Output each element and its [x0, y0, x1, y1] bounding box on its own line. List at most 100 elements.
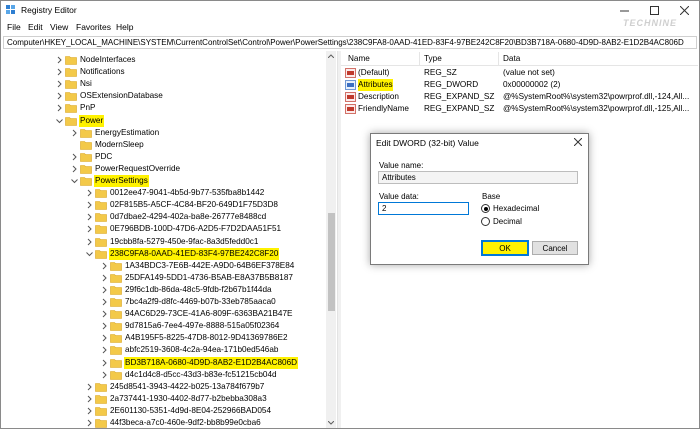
chevron-right-icon[interactable]: [85, 224, 94, 234]
tree-node-label: 238C9FA8-0AAD-41ED-83F4-97BE242C8F20: [109, 247, 280, 260]
chevron-right-icon[interactable]: [100, 285, 109, 295]
chevron-right-icon[interactable]: [85, 188, 94, 198]
chevron-down-icon[interactable]: [55, 116, 64, 126]
column-header-data[interactable]: Data: [503, 54, 520, 63]
address-path[interactable]: Computer\HKEY_LOCAL_MACHINE\SYSTEM\Curre…: [7, 38, 684, 47]
chevron-right-icon[interactable]: [100, 345, 109, 355]
dialog-title: Edit DWORD (32-bit) Value: [376, 138, 479, 148]
chevron-right-icon[interactable]: [70, 128, 79, 138]
window-title: Registry Editor: [21, 5, 77, 15]
ok-button[interactable]: OK: [481, 240, 529, 256]
tree-node-label: 0d7dbae2-4294-402a-ba8e-26777e8488cd: [110, 212, 267, 222]
menu-help[interactable]: Help: [116, 22, 133, 32]
chevron-right-icon[interactable]: [100, 261, 109, 271]
tree-node-label: BD3B718A-0680-4D9D-8AB2-E1D2B4AC806D: [124, 356, 299, 369]
column-header-type[interactable]: Type: [424, 54, 442, 63]
base-group: Base Hexadecimal Decimal: [478, 192, 578, 234]
chevron-right-icon[interactable]: [85, 237, 94, 247]
tree-node-label: PowerRequestOverride: [95, 163, 181, 173]
chevron-right-icon[interactable]: [85, 418, 94, 428]
hexadecimal-radio-label[interactable]: Hexadecimal: [493, 204, 539, 213]
close-button[interactable]: [669, 1, 699, 19]
value-name-field[interactable]: Attributes: [378, 171, 578, 184]
chevron-right-icon[interactable]: [85, 406, 94, 416]
cancel-button[interactable]: Cancel: [532, 241, 578, 255]
value-row[interactable]: FriendlyName REG_EXPAND_SZ @%SystemRoot%\s…: [341, 103, 698, 115]
folder-icon: [110, 322, 122, 331]
value-type-cell: REG_DWORD: [424, 80, 479, 89]
chevron-right-icon[interactable]: [70, 152, 79, 162]
menu-bar: File Edit View Favorites Help: [1, 20, 699, 34]
folder-icon: [65, 80, 77, 89]
chevron-right-icon[interactable]: [100, 309, 109, 319]
dialog-close-button[interactable]: [572, 136, 584, 148]
tree-node-label: 44f3beca-a7c0-460e-9df2-bb8b99e0cba6: [110, 418, 261, 427]
chevron-down-icon: [328, 421, 334, 425]
decimal-radio-label[interactable]: Decimal: [493, 217, 522, 226]
menu-favorites[interactable]: Favorites: [76, 22, 111, 32]
chevron-right-icon[interactable]: [55, 55, 64, 65]
chevron-right-icon[interactable]: [85, 200, 94, 210]
column-header-name[interactable]: Name: [348, 54, 370, 63]
chevron-right-icon[interactable]: [100, 370, 109, 380]
column-separator[interactable]: [498, 52, 499, 65]
value-data-field[interactable]: 2: [378, 202, 469, 215]
value-row[interactable]: (Default) REG_SZ (value not set): [341, 67, 698, 79]
tree-node-label: 7bc4a2f9-d8fc-4469-b07b-33eb785aaca0: [125, 297, 276, 306]
chevron-down-icon[interactable]: [70, 176, 79, 186]
chevron-right-icon[interactable]: [85, 212, 94, 222]
folder-icon: [110, 346, 122, 356]
value-type-cell: REG_EXPAND_SZ: [424, 104, 495, 113]
scroll-up-button[interactable]: [326, 51, 336, 61]
decimal-radio[interactable]: [481, 217, 490, 226]
folder-icon: [110, 310, 122, 319]
chevron-right-icon[interactable]: [100, 321, 109, 331]
string-value-icon: [345, 92, 356, 102]
hexadecimal-radio[interactable]: [481, 204, 490, 213]
chevron-right-icon[interactable]: [85, 394, 94, 404]
value-data-cell: @%SystemRoot%\system32\powrprof.dll,-124…: [503, 92, 690, 101]
chevron-right-icon[interactable]: [100, 297, 109, 307]
chevron-right-icon[interactable]: [100, 333, 109, 343]
chevron-right-icon[interactable]: [55, 91, 64, 101]
value-name-cell: FriendlyName: [358, 104, 409, 113]
maximize-button[interactable]: [639, 1, 669, 19]
value-type-cell: REG_SZ: [424, 68, 457, 77]
menu-view[interactable]: View: [50, 22, 68, 32]
address-bar[interactable]: Computer\HKEY_LOCAL_MACHINE\SYSTEM\Curre…: [3, 36, 697, 49]
column-separator[interactable]: [419, 52, 420, 65]
chevron-right-icon[interactable]: [55, 79, 64, 89]
value-type-cell: REG_EXPAND_SZ: [424, 92, 495, 101]
scroll-thumb[interactable]: [328, 213, 335, 311]
chevron-up-icon: [328, 54, 334, 58]
scroll-down-button[interactable]: [326, 418, 336, 428]
string-value-icon: [345, 104, 356, 114]
chevron-right-icon[interactable]: [85, 382, 94, 392]
folder-icon: [95, 407, 107, 416]
folder-icon: [95, 225, 107, 235]
chevron-right-icon[interactable]: [70, 164, 79, 174]
tree-node-label: A4B195F5-8225-47D8-8012-9D41369786E2: [125, 333, 288, 343]
value-data-label: Value data:: [379, 192, 419, 201]
minimize-button[interactable]: [609, 1, 639, 19]
chevron-right-icon[interactable]: [100, 273, 109, 283]
chevron-down-icon[interactable]: [85, 249, 94, 259]
value-name-cell: Description: [358, 92, 399, 101]
value-row[interactable]: Attributes REG_DWORD 0x00000002 (2): [341, 79, 698, 91]
value-row[interactable]: Description REG_EXPAND_SZ @%SystemRoot%\sy…: [341, 91, 698, 103]
menu-file[interactable]: File: [7, 22, 21, 32]
title-bar[interactable]: Registry Editor: [1, 1, 699, 19]
chevron-right-icon[interactable]: [55, 67, 64, 77]
tree-scrollbar[interactable]: [326, 51, 336, 428]
chevron-right-icon[interactable]: [100, 358, 109, 368]
folder-icon: [110, 334, 122, 344]
tree-node-label: 245d8541-3943-4422-b025-13a784f679b7: [110, 381, 265, 391]
chevron-right-icon[interactable]: [55, 103, 64, 113]
list-header: Name Type Data: [341, 52, 698, 66]
radio-selected-dot: [483, 206, 488, 211]
menu-edit[interactable]: Edit: [28, 22, 43, 32]
registry-tree-pane[interactable]: NodeInterfaces Notifications Nsi OSExtensio…: [3, 51, 336, 428]
folder-icon: [80, 165, 92, 174]
folder-icon: [80, 152, 92, 162]
folder-icon: [95, 394, 107, 404]
